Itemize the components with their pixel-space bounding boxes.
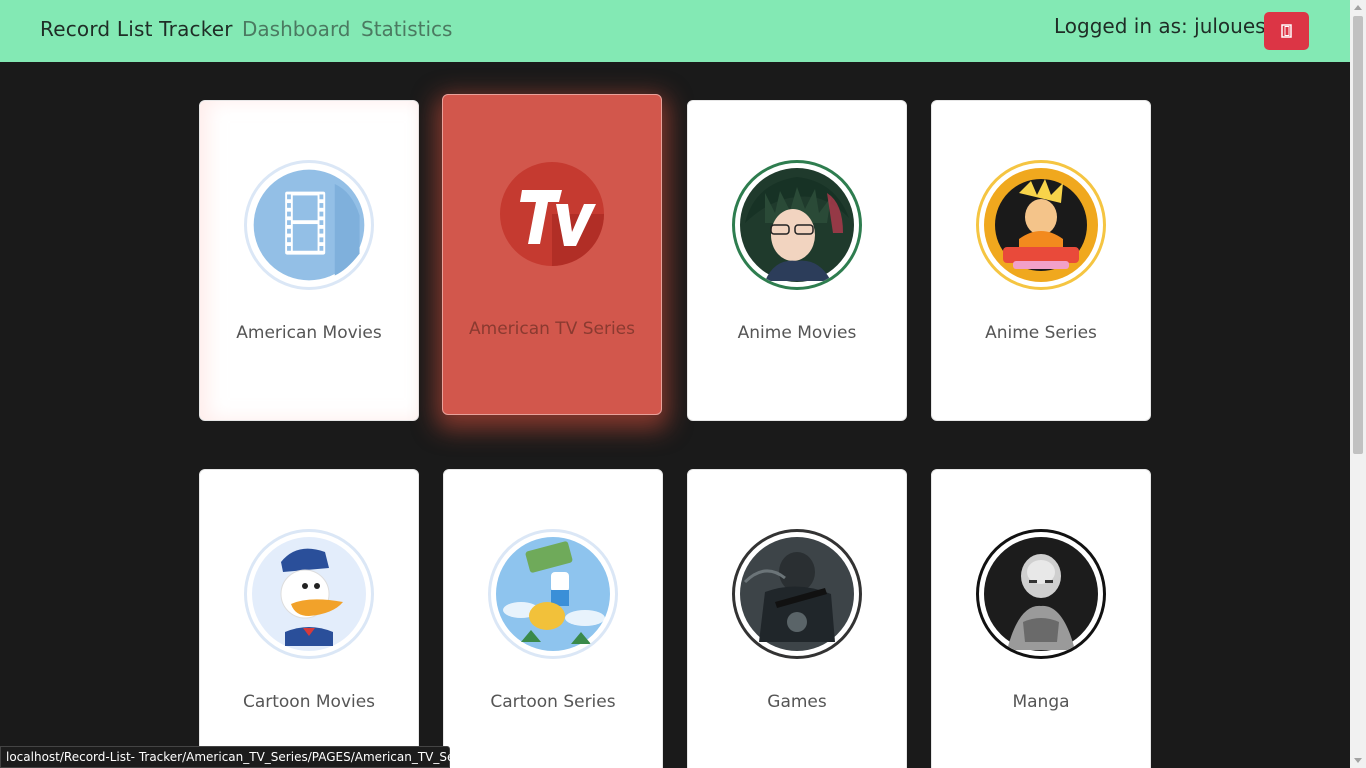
card-title: American TV Series [469,319,635,339]
card-american-movies[interactable]: American Movies [199,100,419,421]
logout-door-icon [1280,24,1292,38]
card-cartoon-movies[interactable]: Cartoon Movies [199,469,419,768]
card-title: Anime Series [985,323,1097,343]
film-reel-icon [244,160,374,290]
card-title: Cartoon Series [490,692,616,712]
donald-duck-avatar [244,529,374,659]
scroll-up-icon[interactable] [1354,5,1362,10]
browser-status-url: localhost/Record-List- Tracker/American_… [0,746,503,768]
scroll-down-icon[interactable] [1354,758,1362,763]
card-title: Games [767,692,827,712]
card-title: Manga [1012,692,1070,712]
nav-statistics-link[interactable]: Statistics [361,17,452,41]
game-soldier-avatar [732,529,862,659]
card-games[interactable]: Games [687,469,907,768]
card-title: Anime Movies [737,323,857,343]
brand-title[interactable]: Record List Tracker [40,17,233,41]
logout-button[interactable] [1264,12,1309,50]
card-anime-series[interactable]: Anime Series [931,100,1151,421]
one-punch-man-avatar [976,529,1106,659]
logged-in-user-text: Logged in as: juloues [1054,14,1266,38]
naruto-shippuden-logo [976,160,1106,290]
card-title: American Movies [236,323,382,343]
page-scrollbar[interactable] [1350,0,1366,768]
tv-logo-icon [492,154,612,274]
scroll-thumb[interactable] [1353,16,1363,454]
card-american-tv-series[interactable]: American TV Series [442,94,662,415]
navbar: Record List Tracker Dashboard Statistics… [0,0,1350,62]
nav-dashboard-link[interactable]: Dashboard [242,17,351,41]
card-anime-movies[interactable]: Anime Movies [687,100,907,421]
anime-character-avatar [732,160,862,290]
card-title: Cartoon Movies [242,692,376,712]
card-manga[interactable]: Manga [931,469,1151,768]
card-cartoon-series[interactable]: Cartoon Series [443,469,663,768]
adventure-time-avatar [488,529,618,659]
